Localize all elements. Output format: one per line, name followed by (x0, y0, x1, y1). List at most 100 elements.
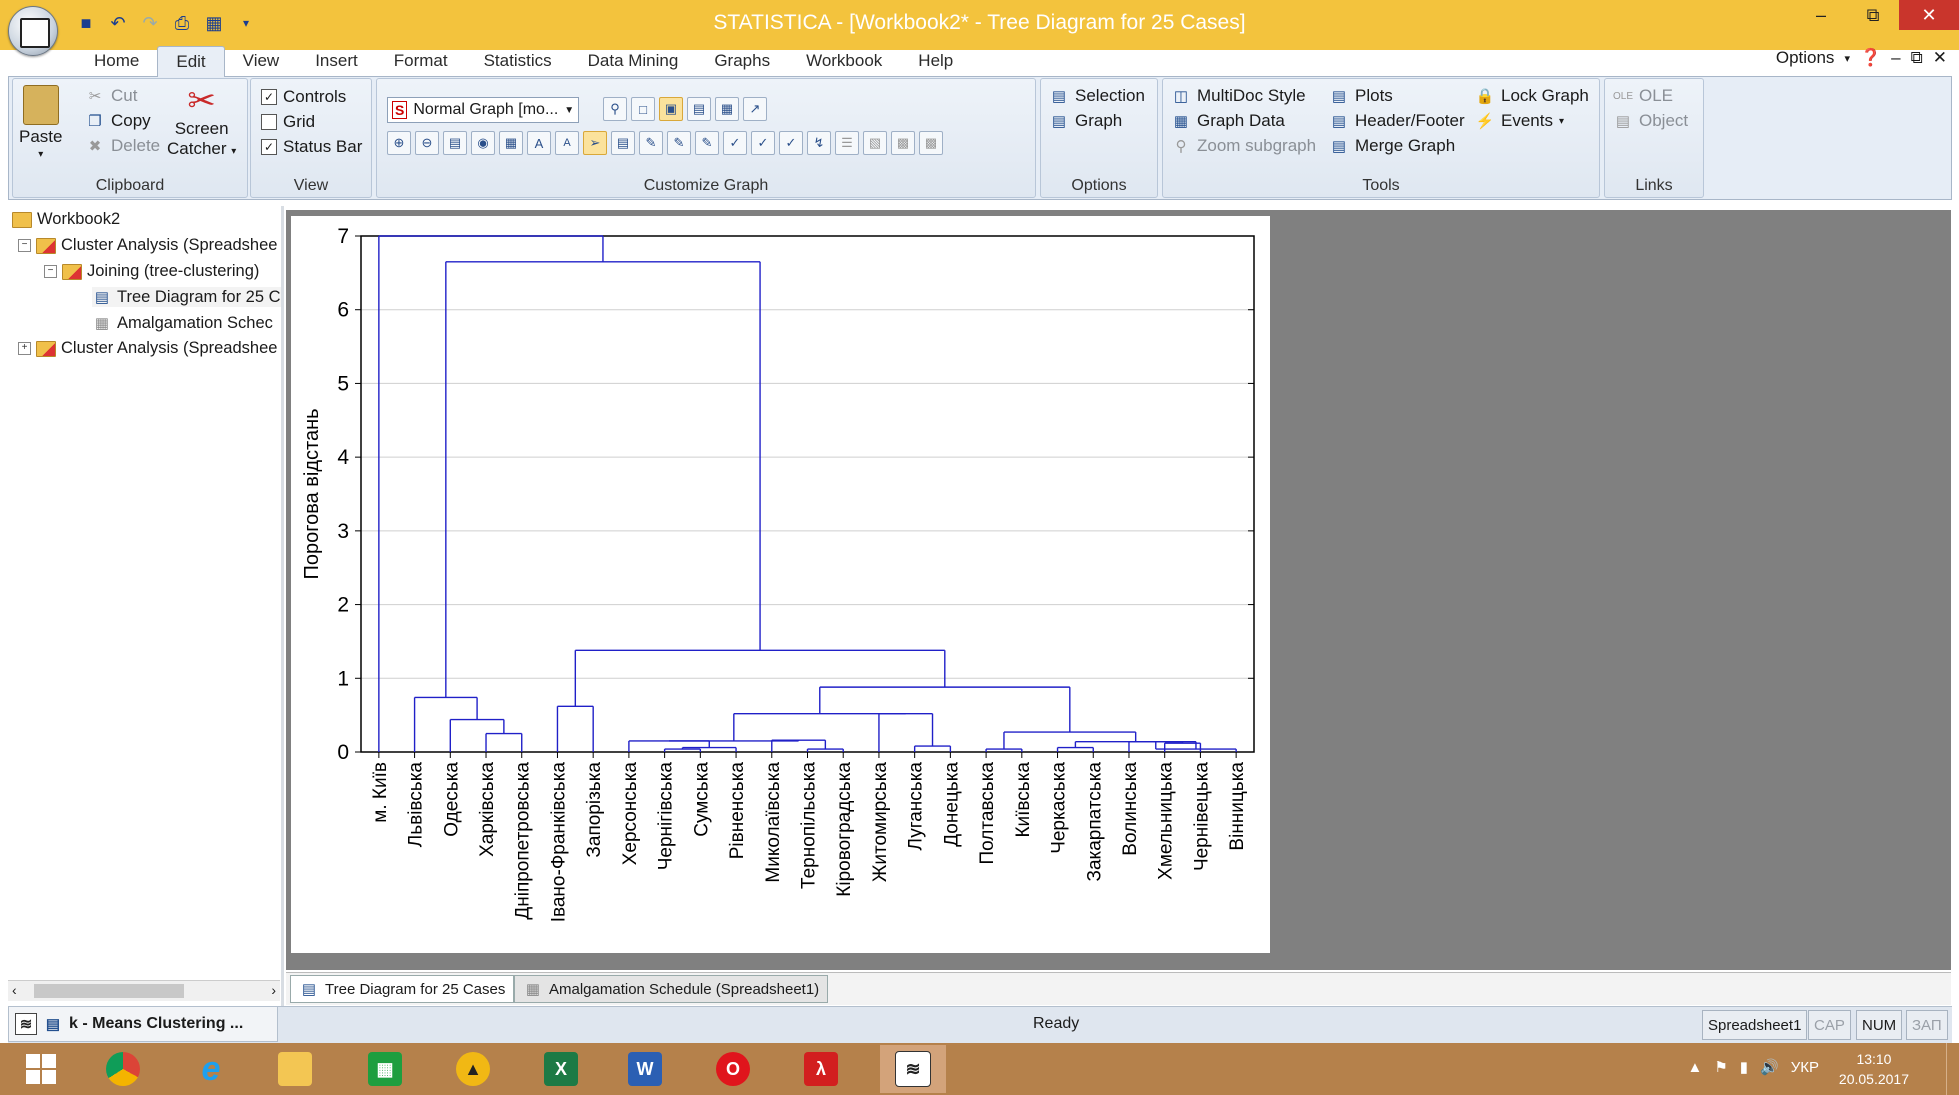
front-icon[interactable]: ▩ (891, 131, 915, 155)
expand-icon[interactable]: + (18, 342, 31, 355)
taskbar-word[interactable]: W (612, 1045, 678, 1093)
show-desktop-button[interactable] (1946, 1043, 1959, 1095)
restore-button[interactable]: ⧉ (1847, 0, 1899, 30)
font-shrink-icon[interactable]: A (555, 131, 579, 155)
align-icon[interactable]: ☰ (835, 131, 859, 155)
insert-icon[interactable]: ↯ (807, 131, 831, 155)
object-button[interactable]: ▤ Object (1613, 111, 1688, 131)
pane-splitter[interactable] (281, 206, 284, 1006)
taskbar-clock[interactable]: 13:10 20.05.2017 (1839, 1049, 1909, 1089)
tab-format[interactable]: Format (376, 46, 466, 76)
tab-graphs[interactable]: Graphs (696, 46, 788, 76)
tab-data-mining[interactable]: Data Mining (570, 46, 697, 76)
minimize-button[interactable]: – (1795, 0, 1847, 30)
scroll-right-icon[interactable]: › (271, 982, 276, 998)
tab-help[interactable]: Help (900, 46, 971, 76)
paste-button[interactable]: Paste ▾ (19, 85, 62, 160)
tree-node-cluster-1[interactable]: − Cluster Analysis (Spreadshee (18, 236, 277, 255)
graph-style-select[interactable]: S Normal Graph [mo... ▼ (387, 97, 580, 123)
tree-horizontal-scrollbar[interactable]: ‹ › (8, 980, 280, 1001)
draw-line-icon[interactable]: ✎ (639, 131, 663, 155)
taskbar-ie[interactable]: e (178, 1045, 244, 1093)
close-button[interactable]: ✕ (1899, 0, 1959, 30)
tab-home[interactable]: Home (76, 46, 157, 76)
zoom-in-icon[interactable]: ⊕ (387, 131, 411, 155)
delete-button[interactable]: ✖ Delete (85, 136, 160, 156)
tab-amalgamation[interactable]: ▦ Amalgamation Schedule (Spreadsheet1) (514, 975, 829, 1003)
tray-volume-icon[interactable]: 🔊 (1760, 1058, 1779, 1076)
taskbar-excel[interactable]: X (528, 1045, 594, 1093)
options-dropdown-icon[interactable]: ▾ (1844, 52, 1850, 65)
tray-flag-icon[interactable]: ⚑ (1714, 1058, 1727, 1076)
page-icon[interactable]: □ (631, 97, 655, 121)
back-icon[interactable]: ▩ (919, 131, 943, 155)
taskbar-acrobat[interactable]: λ (788, 1045, 854, 1093)
collapse-icon[interactable]: − (18, 239, 31, 252)
zoom-area-icon[interactable]: ▤ (443, 131, 467, 155)
tray-expand-icon[interactable]: ▲ (1687, 1059, 1702, 1076)
graph-options-button[interactable]: ▤ Graph (1049, 111, 1122, 131)
lock-icon[interactable]: ▧ (863, 131, 887, 155)
cut-button[interactable]: ✂ Cut (85, 86, 138, 106)
tree-node-tree-diagram[interactable]: ▤ Tree Diagram for 25 C (92, 287, 281, 307)
tab-insert[interactable]: Insert (297, 46, 376, 76)
layout-grid-icon[interactable]: ▦ (715, 97, 739, 121)
screen-catcher-button[interactable]: ✂ Screen Catcher ▾ (167, 83, 236, 162)
draw-curve-icon[interactable]: ✎ (695, 131, 719, 155)
multidoc-style-button[interactable]: ◫ MultiDoc Style (1171, 86, 1306, 106)
tab-tree-diagram[interactable]: ▤ Tree Diagram for 25 Cases (290, 975, 515, 1003)
doc-minimize-icon[interactable]: – (1891, 48, 1900, 68)
crop-icon[interactable]: ▦ (499, 131, 523, 155)
merge-graph-button[interactable]: ▤ Merge Graph (1329, 136, 1455, 156)
grid-checkbox[interactable]: Grid (261, 112, 315, 132)
status-bar-checkbox[interactable]: ✓ Status Bar (261, 137, 362, 157)
status-task-button[interactable]: ≋ ▤ k - Means Clustering ... (8, 1006, 278, 1042)
collapse-icon[interactable]: − (44, 265, 57, 278)
help-icon[interactable]: ❓ (1860, 48, 1881, 68)
draw-rect-icon[interactable]: ✎ (667, 131, 691, 155)
tray-language[interactable]: УКР (1791, 1059, 1819, 1076)
tree-node-cluster-2[interactable]: + Cluster Analysis (Spreadshee (18, 339, 277, 358)
tab-workbook[interactable]: Workbook (788, 46, 900, 76)
font-grow-icon[interactable]: A (527, 131, 551, 155)
taskbar-chrome[interactable] (90, 1045, 156, 1093)
dendrogram-chart[interactable]: 0 1 2 3 4 5 6 7 Порогова відстань м. Київ Львівськ… (291, 216, 1270, 953)
scroll-left-icon[interactable]: ‹ (12, 982, 17, 998)
text-icon[interactable]: ▤ (611, 131, 635, 155)
header-footer-button[interactable]: ▤ Header/Footer (1329, 111, 1465, 131)
graph-data-button[interactable]: ▦ Graph Data (1171, 111, 1285, 131)
plots-button[interactable]: ▤ Plots (1329, 86, 1393, 106)
pointer-icon[interactable]: ➢ (583, 131, 607, 155)
zoom-out-icon[interactable]: ⊖ (415, 131, 439, 155)
zoom-view-icon[interactable]: ⚲ (603, 97, 627, 121)
lock-graph-button[interactable]: 🔒 Lock Graph (1475, 86, 1589, 106)
tree-node-amalgamation[interactable]: ▦ Amalgamation Schec (92, 313, 273, 333)
taskbar-statistica[interactable]: ≋ (880, 1045, 946, 1093)
events-button[interactable]: ⚡ Events ▾ (1475, 111, 1564, 131)
app-menu-button[interactable] (8, 6, 58, 56)
chart-icon[interactable]: ↗ (743, 97, 767, 121)
tray-battery-icon[interactable]: ▮ (1740, 1058, 1748, 1076)
tab-view[interactable]: View (225, 46, 298, 76)
graph-options-icon[interactable]: ▤ (687, 97, 711, 121)
zoom-reset-icon[interactable]: ◉ (471, 131, 495, 155)
doc-close-icon[interactable]: ✕ (1933, 48, 1947, 68)
ole-button[interactable]: OLE OLE (1613, 86, 1673, 106)
taskbar-app-triangle[interactable]: ▲ (440, 1045, 506, 1093)
taskbar-opera[interactable]: O (700, 1045, 766, 1093)
brush-icon[interactable]: ✓ (723, 131, 747, 155)
zoom-subgraph-button[interactable]: ⚲ Zoom subgraph (1171, 136, 1317, 156)
options-menu[interactable]: Options (1776, 48, 1835, 68)
taskbar-explorer[interactable] (262, 1045, 328, 1093)
copy-button[interactable]: ❐ Copy (85, 111, 150, 131)
scroll-thumb[interactable] (34, 984, 184, 998)
taskbar-store[interactable]: ▦ (352, 1045, 418, 1093)
brush3-icon[interactable]: ✓ (779, 131, 803, 155)
tree-node-joining[interactable]: − Joining (tree-clustering) (44, 262, 259, 281)
brush2-icon[interactable]: ✓ (751, 131, 775, 155)
selection-button[interactable]: ▤ Selection (1049, 86, 1145, 106)
tree-node-workbook[interactable]: Workbook2 (12, 210, 120, 229)
tab-statistics[interactable]: Statistics (466, 46, 570, 76)
start-button[interactable] (8, 1045, 74, 1093)
tab-edit[interactable]: Edit (157, 46, 225, 77)
